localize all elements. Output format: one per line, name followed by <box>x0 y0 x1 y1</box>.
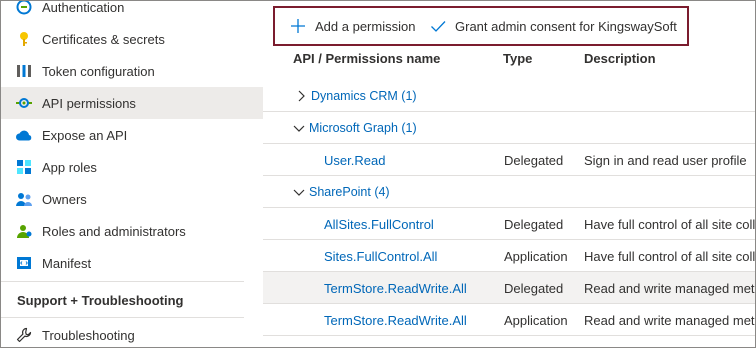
sidebar-item-label: API permissions <box>42 95 136 111</box>
token-bars-icon <box>15 62 33 80</box>
sidebar-item-roles-administrators[interactable]: Roles and administrators <box>1 215 263 247</box>
sidebar-item-manifest[interactable]: Manifest <box>1 247 263 279</box>
table-row: AllSites.FullControl Delegated Have full… <box>263 208 756 240</box>
main-content: Add a permission Grant admin consent for… <box>263 1 756 347</box>
command-bar: Add a permission Grant admin consent for… <box>273 6 689 46</box>
api-permissions-icon <box>15 94 33 112</box>
group-label: Dynamics CRM (1) <box>311 89 417 103</box>
group-microsoft-graph[interactable]: Microsoft Graph (1) <box>293 112 417 144</box>
sidebar-divider <box>1 281 244 282</box>
table-row: User.Read Delegated Sign in and read use… <box>263 144 755 176</box>
sidebar-item-label: Roles and administrators <box>42 223 186 239</box>
sidebar: Authentication Certificates & secrets To… <box>1 0 263 347</box>
app-frame: Authentication Certificates & secrets To… <box>0 0 756 348</box>
table-row: TermStore.ReadWrite.All Delegated Read a… <box>263 272 756 304</box>
column-header-type[interactable]: Type <box>503 51 532 73</box>
sidebar-item-label: Expose an API <box>42 127 128 143</box>
sidebar-item-label: Authentication <box>42 0 125 15</box>
authentication-icon <box>15 1 33 16</box>
roles-admin-icon <box>15 222 33 240</box>
chevron-down-icon <box>293 186 305 198</box>
table-group-row: SharePoint (4) <box>263 176 755 208</box>
group-label: Microsoft Graph (1) <box>309 121 417 135</box>
chevron-down-icon <box>293 122 305 134</box>
sidebar-divider <box>1 317 244 318</box>
permission-name-link[interactable]: Sites.FullControl.All <box>324 240 437 272</box>
permission-name-link[interactable]: User.Read <box>324 144 385 176</box>
permission-name-link[interactable]: TermStore.ReadWrite.All <box>324 272 467 304</box>
sidebar-item-label: App roles <box>42 159 97 175</box>
table-group-row: Microsoft Graph (1) <box>263 112 755 144</box>
manifest-icon <box>15 254 33 272</box>
sidebar-item-label: Token configuration <box>42 63 155 79</box>
permission-description: Have full control of all site colle <box>584 216 756 232</box>
sidebar-item-app-roles[interactable]: App roles <box>1 151 263 183</box>
cloud-icon <box>15 126 33 144</box>
sidebar-item-owners[interactable]: Owners <box>1 183 263 215</box>
permission-name-link[interactable]: AllSites.FullControl <box>324 208 434 240</box>
sidebar-item-expose-api[interactable]: Expose an API <box>1 119 263 151</box>
sidebar-item-api-permissions[interactable]: API permissions <box>1 87 263 119</box>
permission-type: Delegated <box>504 216 564 232</box>
permission-description: Sign in and read user profile <box>584 152 747 168</box>
group-dynamics-crm[interactable]: Dynamics CRM (1) <box>295 80 417 112</box>
permission-type: Delegated <box>504 280 564 296</box>
grant-admin-consent-button[interactable]: Grant admin consent for KingswaySoft <box>429 8 677 44</box>
sidebar-item-label: Owners <box>42 191 87 207</box>
column-header-name[interactable]: API / Permissions name <box>293 51 440 73</box>
permission-type: Delegated <box>504 152 564 168</box>
key-icon <box>15 30 33 48</box>
plus-icon <box>289 17 307 35</box>
checkmark-icon <box>429 17 447 35</box>
permission-type: Application <box>504 312 568 328</box>
group-label: SharePoint (4) <box>309 185 390 199</box>
group-sharepoint[interactable]: SharePoint (4) <box>293 176 390 208</box>
permission-name-link[interactable]: TermStore.ReadWrite.All <box>324 304 467 336</box>
permission-description: Read and write managed meta <box>584 280 756 296</box>
sidebar-item-label: Manifest <box>42 255 92 271</box>
add-permission-label: Add a permission <box>315 18 416 34</box>
table-group-row: Dynamics CRM (1) <box>263 80 755 112</box>
permission-type: Application <box>504 248 568 264</box>
sidebar-item-token-configuration[interactable]: Token configuration <box>1 55 263 87</box>
sidebar-item-label: Certificates & secrets <box>42 31 165 47</box>
sidebar-item-certificates[interactable]: Certificates & secrets <box>1 23 263 55</box>
table-row: Sites.FullControl.All Application Have f… <box>263 240 756 272</box>
sidebar-item-label: Troubleshooting <box>42 327 135 343</box>
chevron-right-icon <box>295 90 307 102</box>
section-header: Support + Troubleshooting <box>17 293 184 308</box>
permission-description: Read and write managed meta <box>584 312 756 328</box>
column-header-description[interactable]: Description <box>584 51 656 73</box>
owners-icon <box>15 190 33 208</box>
table-row: TermStore.ReadWrite.All Application Read… <box>263 304 756 336</box>
app-roles-icon <box>15 158 33 176</box>
wrench-icon <box>15 326 33 344</box>
sidebar-item-troubleshooting[interactable]: Troubleshooting <box>1 319 263 347</box>
permission-description: Have full control of all site colle <box>584 248 756 264</box>
sidebar-item-authentication[interactable]: Authentication <box>1 0 263 23</box>
grant-admin-consent-label: Grant admin consent for KingswaySoft <box>455 18 677 34</box>
add-permission-button[interactable]: Add a permission <box>289 8 415 44</box>
